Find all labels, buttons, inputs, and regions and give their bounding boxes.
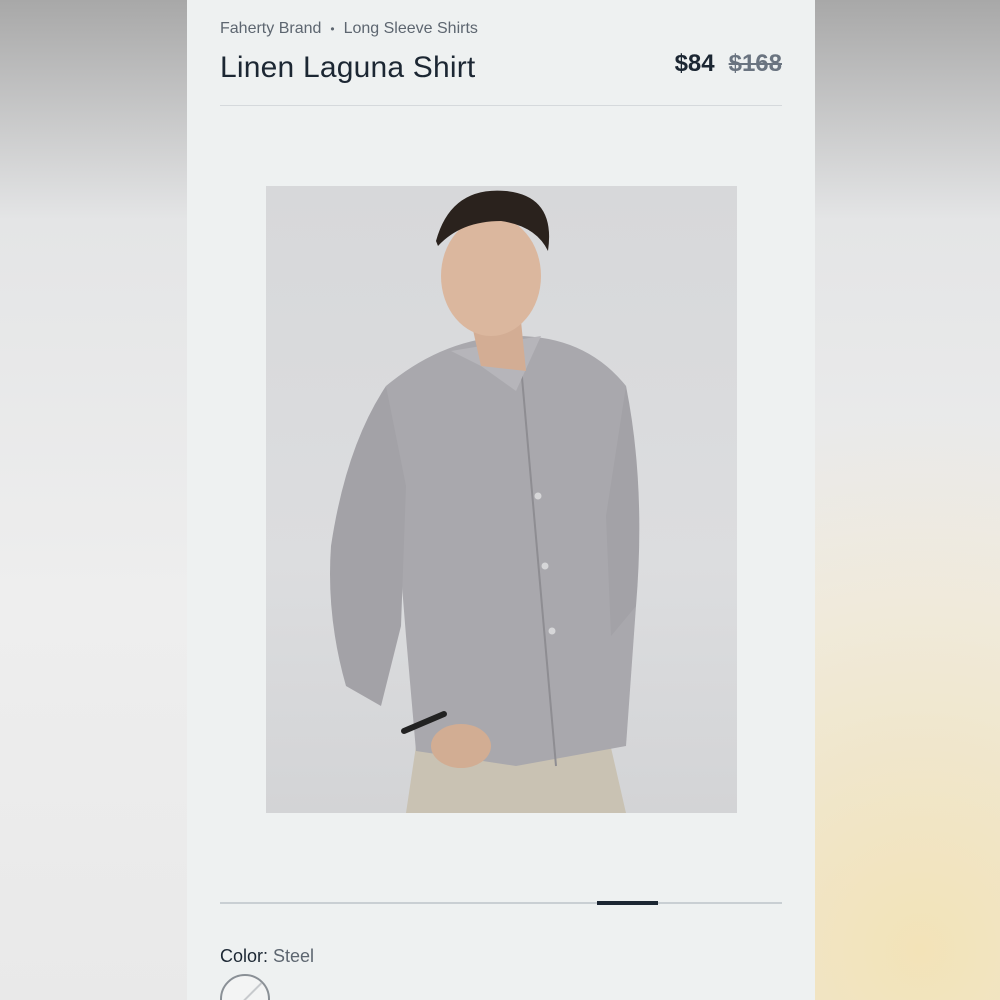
breadcrumb-category-link[interactable]: Long Sleeve Shirts <box>344 20 478 38</box>
color-label: Color: <box>220 946 269 966</box>
breadcrumb: Faherty Brand • Long Sleeve Shirts <box>220 20 478 38</box>
product-photo-illustration <box>330 190 640 813</box>
product-title: Linen Laguna Shirt <box>220 51 476 84</box>
product-card: Faherty Brand • Long Sleeve Shirts Linen… <box>187 0 815 1000</box>
color-swatch-steel[interactable] <box>220 974 270 1000</box>
price-block: $84 $168 <box>675 50 782 78</box>
original-price: $168 <box>728 50 782 77</box>
gallery-progress-indicator <box>596 901 659 905</box>
header-divider <box>220 105 782 106</box>
color-value: Steel <box>273 946 315 966</box>
breadcrumb-separator: • <box>330 22 335 36</box>
breadcrumb-brand-link[interactable]: Faherty Brand <box>220 20 321 38</box>
color-selector-label: Color: Steel <box>220 946 314 967</box>
product-photo[interactable] <box>266 186 737 813</box>
gallery-progress-track[interactable] <box>220 901 782 905</box>
sale-price: $84 <box>674 50 715 77</box>
